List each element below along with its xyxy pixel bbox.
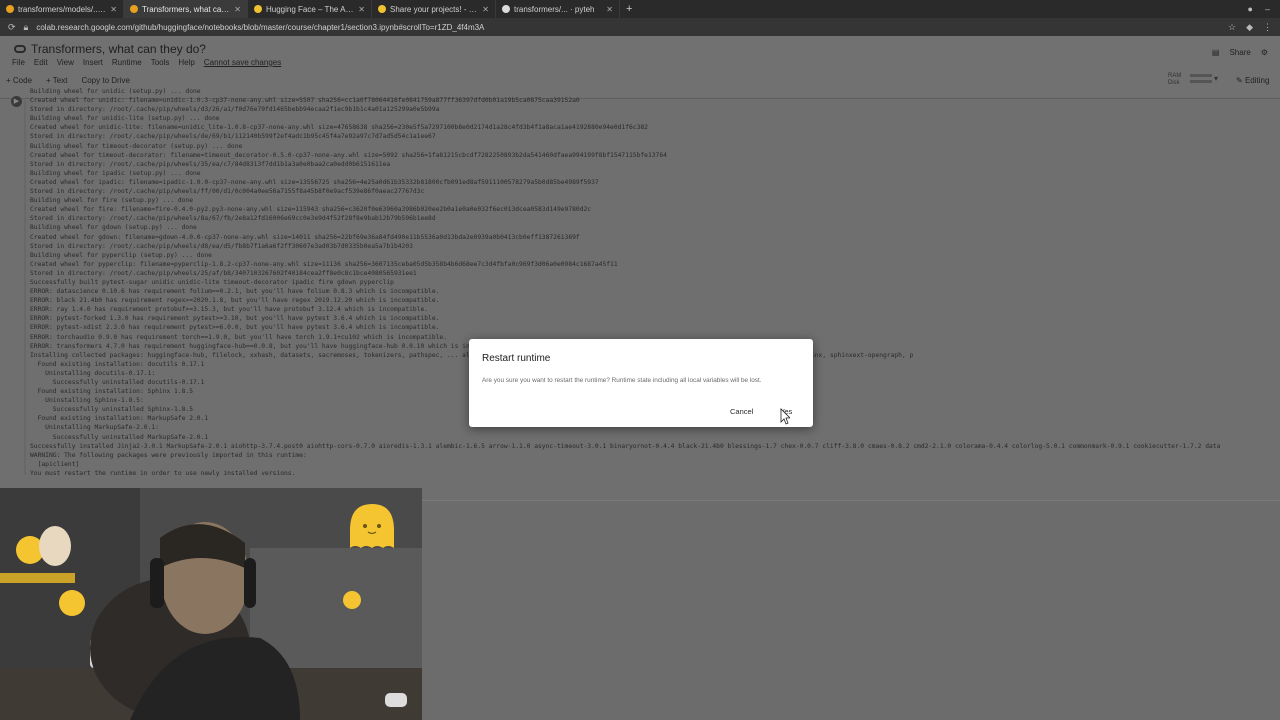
add-code-button[interactable]: + Code	[6, 76, 32, 85]
mouse-cursor-icon	[780, 408, 790, 425]
output-line: Stored in directory: /root/.cache/pip/wh…	[30, 215, 436, 223]
browser-tab[interactable]: Share your projects! - Course✕	[372, 0, 496, 18]
lock-icon: 🔒︎	[23, 21, 29, 32]
comment-icon[interactable]: ▤	[1212, 48, 1220, 57]
save-changes-link[interactable]: Cannot save changes	[204, 58, 281, 67]
cancel-button[interactable]: Cancel	[730, 407, 753, 416]
browser-tab-strip: transformers/models/... hugging✕ Transfo…	[0, 0, 1280, 18]
output-line: Building wheel for unidic-lite (setup.py…	[30, 115, 220, 123]
close-tab-icon[interactable]: ✕	[482, 5, 489, 14]
output-line: Created wheel for unidic: filename=unidi…	[30, 97, 580, 105]
dialog-title: Restart runtime	[482, 353, 551, 364]
colab-logo-icon	[14, 45, 26, 53]
close-tab-icon[interactable]: ✕	[606, 5, 613, 14]
menu-file[interactable]: File	[12, 58, 25, 67]
browser-tab[interactable]: Hugging Face – The AI community✕	[248, 0, 372, 18]
profile-icon[interactable]: ●	[1248, 4, 1253, 14]
notebook-toolbar: + Code + Text Copy to Drive	[6, 76, 130, 85]
menu-tools[interactable]: Tools	[151, 58, 170, 67]
output-line: WARNING: The following packages were pre…	[30, 451, 307, 459]
output-line: Stored in directory: /root/.cache/pip/wh…	[30, 188, 425, 196]
close-tab-icon[interactable]: ✕	[110, 5, 117, 14]
colab-favicon-icon	[130, 5, 138, 13]
address-bar: ⟳ 🔒︎ colab.research.google.com/github/hu…	[0, 18, 1280, 36]
output-line: Created wheel for timeout-decorator: fil…	[30, 151, 667, 159]
menu-help[interactable]: Help	[178, 58, 194, 67]
share-button[interactable]: Share	[1229, 48, 1250, 57]
menu-insert[interactable]: Insert	[83, 58, 103, 67]
editing-mode-toggle[interactable]: ✎ Editing	[1236, 76, 1269, 85]
star-icon[interactable]: ☆	[1228, 22, 1236, 33]
browser-tab[interactable]: transformers/... · pyteh ✕	[496, 0, 620, 18]
copy-to-drive-button[interactable]: Copy to Drive	[81, 76, 129, 85]
dialog-message: Are you sure you want to restart the run…	[482, 377, 762, 384]
output-line: ERROR: datascience 0.10.6 has requiremen…	[30, 288, 440, 296]
browser-tab-active[interactable]: Transformers, what can they do?✕	[124, 0, 248, 18]
restart-runtime-dialog: Restart runtime Are you sure you want to…	[469, 339, 813, 427]
output-line: Stored in directory: /root/.cache/pip/wh…	[30, 133, 436, 141]
close-tab-icon[interactable]: ✕	[234, 5, 241, 14]
output-line: Stored in directory: /root/.cache/pip/wh…	[30, 242, 413, 250]
cell-divider	[422, 500, 1280, 501]
output-line: Created wheel for fire: filename=fire-0.…	[30, 206, 592, 214]
output-line: Created wheel for unidic-lite: filename=…	[30, 124, 648, 132]
window-controls: ● –	[1248, 4, 1280, 14]
menu-bar: File Edit View Insert Runtime Tools Help…	[12, 58, 281, 67]
browser-tab[interactable]: transformers/models/... hugging✕	[0, 0, 124, 18]
chevron-down-icon[interactable]: ▾	[1214, 74, 1218, 83]
github-favicon-icon	[502, 5, 510, 13]
reload-icon[interactable]: ⟳	[8, 22, 16, 33]
url-field[interactable]: colab.research.google.com/github/hugging…	[36, 23, 1220, 32]
output-line: Created wheel for pyperclip: filename=py…	[30, 260, 618, 268]
header-actions: ▤ Share ⚙	[1212, 48, 1268, 57]
output-line: ERROR: ray 1.4.0 has requirement protobu…	[30, 306, 429, 314]
new-tab-button[interactable]: +	[620, 3, 638, 15]
output-line: You must restart the runtime in order to…	[30, 469, 296, 477]
output-line: ERROR: pytest-forked 1.3.0 has requireme…	[30, 315, 440, 323]
output-line: Building wheel for pyperclip (setup.py) …	[30, 251, 212, 259]
settings-gear-icon[interactable]: ⚙	[1261, 48, 1268, 57]
menu-icon[interactable]: ⋮	[1263, 22, 1272, 33]
output-line: Successfully built pytest-sugar unidic u…	[30, 278, 394, 286]
minimize-icon[interactable]: –	[1265, 4, 1270, 14]
output-line: Building wheel for timeout-decorator (se…	[30, 142, 243, 150]
mascot-sticker-icon	[350, 504, 394, 548]
output-line: ERROR: pytest-xdist 2.3.0 has requiremen…	[30, 324, 440, 332]
output-line: Building wheel for gdown (setup.py) ... …	[30, 224, 197, 232]
output-line: Building wheel for ipadic (setup.py) ...…	[30, 169, 201, 177]
forum-favicon-icon	[378, 5, 386, 13]
output-line: Building wheel for fire (setup.py) ... d…	[30, 197, 194, 205]
output-line: Created wheel for gdown: filename=gdown-…	[30, 233, 580, 241]
huggingface-favicon-icon	[6, 5, 14, 13]
cell-run-button[interactable]: ▶	[11, 96, 22, 107]
output-line: Stored in directory: /root/.cache/pip/wh…	[30, 269, 417, 277]
notebook-empty-area	[422, 500, 1280, 720]
menu-runtime[interactable]: Runtime	[112, 58, 142, 67]
output-line: ERROR: black 21.4b0 has requirement rege…	[30, 297, 440, 305]
notebook-title[interactable]: Transformers, what can they do?	[14, 42, 206, 56]
output-line: Stored in directory: /root/.cache/pip/wh…	[30, 160, 391, 168]
output-line: Successfully uninstalled MarkupSafe-2.0.…	[30, 433, 209, 441]
output-line: Created wheel for ipadic: filename=ipadi…	[30, 178, 599, 186]
output-line: Building wheel for unidic (setup.py) ...…	[30, 88, 201, 95]
close-tab-icon[interactable]: ✕	[358, 5, 365, 14]
output-line: Stored in directory: /root/.cache/pip/wh…	[30, 106, 440, 114]
output-scroll-rail[interactable]	[24, 100, 26, 475]
menu-view[interactable]: View	[57, 58, 74, 67]
output-line: [apiclient]	[30, 460, 80, 468]
resource-monitor[interactable]: RAM Disk	[1168, 73, 1181, 87]
add-text-button[interactable]: + Text	[46, 76, 67, 85]
menu-edit[interactable]: Edit	[34, 58, 48, 67]
extensions-icon[interactable]: ◆	[1246, 22, 1253, 33]
output-line: Successfully installed Jinja2-3.0.1 Mark…	[30, 442, 1221, 450]
resource-usage-bars	[1190, 74, 1212, 83]
huggingface-favicon-icon	[254, 5, 262, 13]
